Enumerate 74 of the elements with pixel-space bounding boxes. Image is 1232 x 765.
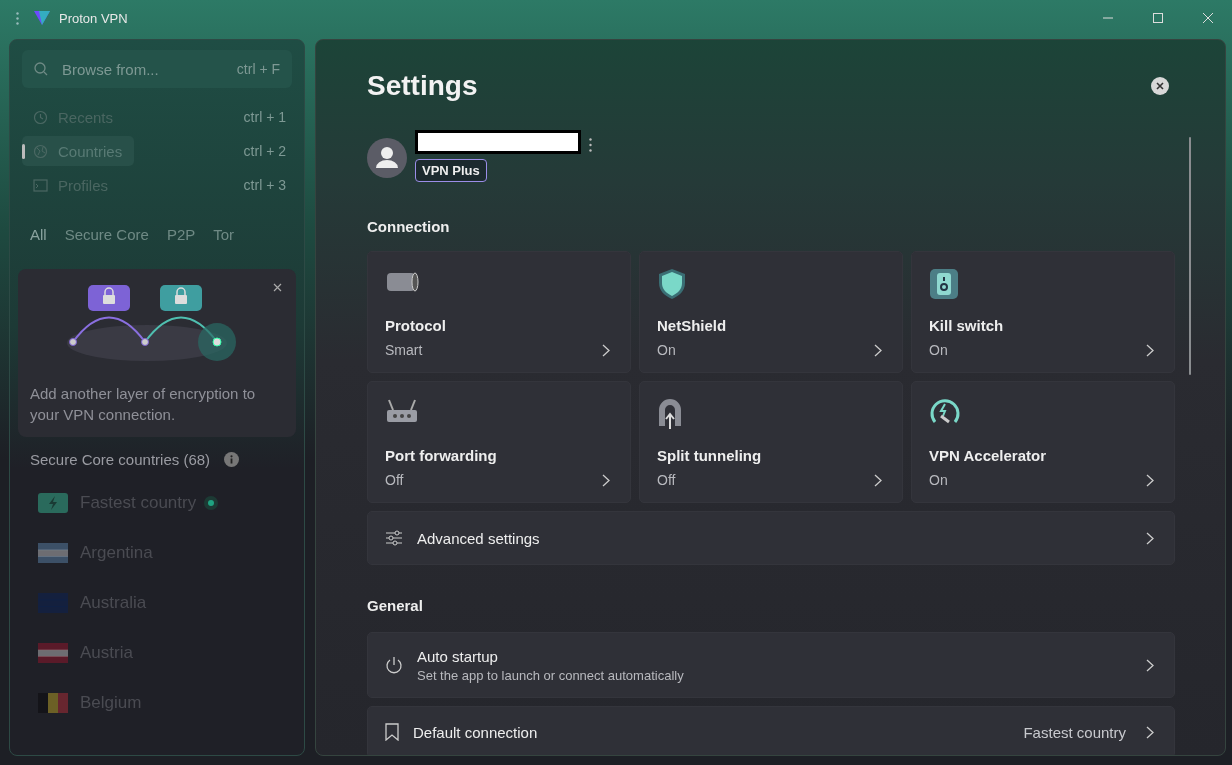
filter-tab[interactable]: Tor bbox=[213, 226, 235, 243]
close-icon[interactable] bbox=[273, 283, 282, 292]
search-icon bbox=[34, 62, 48, 76]
page-title: Settings bbox=[367, 70, 478, 102]
card-value: On bbox=[929, 342, 948, 358]
row-description: Set the app to launch or connect automatically bbox=[417, 667, 684, 683]
chevron-icon bbox=[1146, 658, 1154, 672]
card-title: Kill switch bbox=[929, 317, 1005, 334]
row-value: Fastest country bbox=[1023, 723, 1126, 741]
card-title: VPN Accelerator bbox=[929, 447, 1047, 464]
terminal-icon bbox=[33, 177, 48, 193]
chevron-icon bbox=[874, 343, 882, 357]
section-heading: Connection bbox=[367, 218, 451, 235]
chevron-icon bbox=[874, 473, 882, 487]
shortcut-label: ctrl + 2 bbox=[243, 143, 287, 159]
card-title: Port forwarding bbox=[385, 447, 498, 464]
info-icon[interactable] bbox=[224, 452, 240, 467]
filter-tab[interactable]: Secure Core bbox=[64, 226, 149, 243]
tunnel-icon bbox=[657, 398, 683, 430]
flag-icon bbox=[38, 593, 68, 613]
shield-icon bbox=[657, 268, 687, 300]
chevron-icon bbox=[602, 473, 610, 487]
filter-tab[interactable]: All bbox=[30, 226, 47, 243]
more-icon[interactable] bbox=[16, 11, 19, 25]
avatar-icon bbox=[367, 138, 407, 178]
card-value: Smart bbox=[385, 342, 423, 358]
sliders-icon bbox=[385, 530, 403, 546]
chevron-icon bbox=[1146, 725, 1154, 739]
switch-icon bbox=[929, 268, 959, 300]
card-value: Off bbox=[657, 472, 676, 488]
settings-row[interactable]: Auto startup Set the app to launch or connect automatically bbox=[367, 632, 1175, 698]
history-icon bbox=[33, 109, 48, 125]
flag-icon bbox=[38, 643, 68, 663]
setting-card[interactable]: Protocol Smart bbox=[367, 251, 631, 373]
shortcut-label: ctrl + F bbox=[236, 61, 280, 77]
setting-card[interactable]: NetShield On bbox=[639, 251, 903, 373]
power-icon bbox=[385, 656, 403, 674]
scrollbar[interactable] bbox=[1189, 137, 1191, 375]
card-title: Protocol bbox=[385, 317, 447, 334]
more-icon[interactable] bbox=[589, 138, 592, 152]
chevron-icon bbox=[1146, 343, 1154, 357]
card-title: NetShield bbox=[657, 317, 728, 334]
card-value: On bbox=[929, 472, 948, 488]
chevron-icon bbox=[1146, 531, 1154, 545]
setting-card[interactable]: Split tunneling Off bbox=[639, 381, 903, 503]
advanced-settings-row[interactable]: Advanced settings bbox=[367, 511, 1175, 565]
row-label: Default connection bbox=[413, 723, 538, 741]
setting-card[interactable]: Kill switch On bbox=[911, 251, 1175, 373]
maximize-icon[interactable] bbox=[1152, 12, 1164, 24]
settings-row[interactable]: Default connection Fastest country bbox=[367, 706, 1175, 755]
lightning-icon bbox=[38, 493, 68, 513]
card-value: Off bbox=[385, 472, 404, 488]
setting-card[interactable]: VPN Accelerator On bbox=[911, 381, 1175, 503]
router-icon bbox=[385, 398, 419, 424]
plan-badge: VPN Plus bbox=[415, 159, 487, 182]
section-heading: General bbox=[367, 597, 424, 614]
close-icon[interactable] bbox=[1151, 77, 1169, 95]
flag-icon bbox=[38, 693, 68, 713]
flag-icon bbox=[38, 543, 68, 563]
window-title: Proton VPN bbox=[59, 10, 128, 26]
logo-icon bbox=[33, 10, 51, 26]
card-title: Split tunneling bbox=[657, 447, 763, 464]
card-value: On bbox=[657, 342, 676, 358]
chevron-icon bbox=[602, 343, 610, 357]
shortcut-label: ctrl + 1 bbox=[243, 109, 287, 125]
shortcut-label: ctrl + 3 bbox=[243, 177, 287, 193]
promo-text: Add another layer of encryption to your VPN connection. bbox=[30, 384, 257, 425]
setting-card[interactable]: Port forwarding Off bbox=[367, 381, 631, 503]
globe-icon bbox=[33, 143, 48, 159]
chevron-icon bbox=[1146, 473, 1154, 487]
filter-tab[interactable]: P2P bbox=[166, 226, 196, 243]
row-label: Auto startup bbox=[417, 647, 499, 665]
bookmark-icon bbox=[385, 723, 399, 741]
list-heading: Secure Core countries (68) bbox=[30, 451, 211, 468]
